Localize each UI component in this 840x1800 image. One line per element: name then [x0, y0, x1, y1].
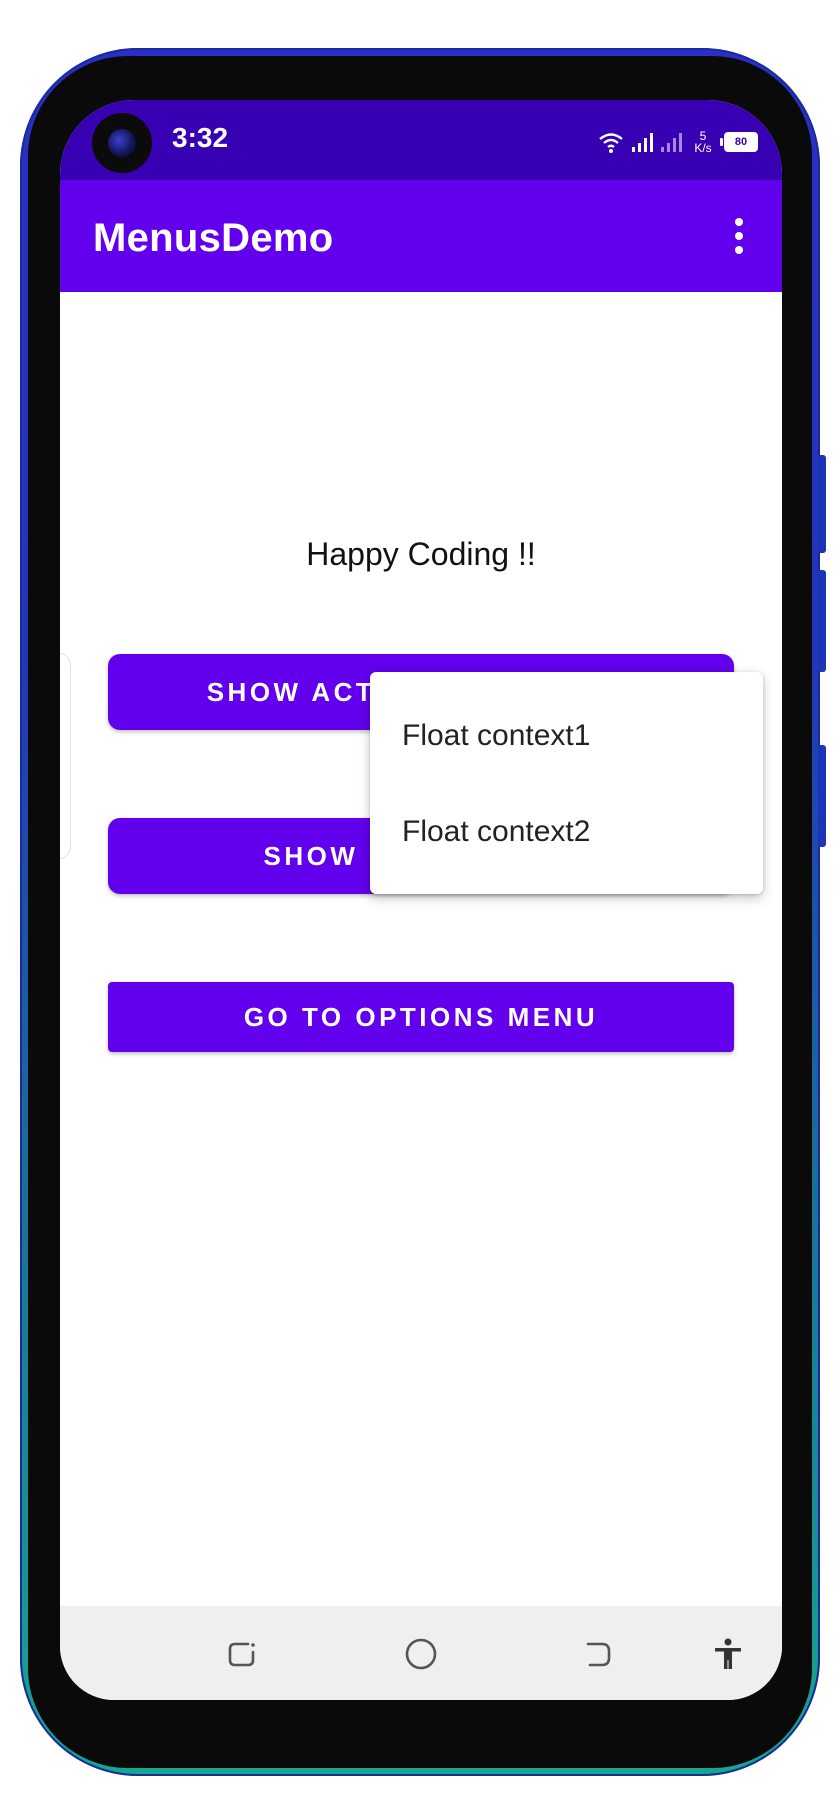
show-actions-button-label: SHOW ACT — [206, 676, 376, 707]
go-to-options-menu-button[interactable]: GO TO OPTIONS MENU — [108, 982, 734, 1052]
context-menu-item-2[interactable]: Float context2 — [370, 784, 763, 880]
power-button — [818, 745, 826, 847]
wifi-icon — [599, 133, 623, 153]
main-content: Happy Coding !! SHOW ACT SHOW POPUP MENU… — [60, 292, 782, 1606]
volume-down-button — [818, 570, 826, 672]
volume-up-button — [818, 455, 826, 553]
signal-icon-sim2 — [661, 132, 682, 152]
context-menu-item-1[interactable]: Float context1 — [370, 688, 763, 784]
signal-icon — [632, 132, 653, 152]
app-title: MenusDemo — [93, 216, 334, 260]
navigation-bar — [60, 1606, 782, 1700]
more-vert-icon[interactable] — [734, 218, 744, 254]
status-bar: 3:32 5 K/s 80 — [60, 100, 782, 180]
accessibility-icon[interactable] — [710, 1636, 746, 1672]
screen: 3:32 5 K/s 80 MenusDemo Happy Coding !! … — [60, 100, 782, 1700]
context-menu-item-label: Float context1 — [402, 719, 591, 752]
go-to-options-menu-button-label: GO TO OPTIONS MENU — [243, 1001, 599, 1032]
back-icon[interactable] — [580, 1636, 616, 1672]
front-camera-icon — [92, 113, 152, 173]
app-bar: MenusDemo — [60, 180, 782, 292]
floating-context-menu: Float context1 Float context2 — [370, 672, 763, 894]
network-speed-unit: K/s — [694, 141, 712, 155]
network-speed: 5 K/s — [690, 130, 716, 154]
recents-icon[interactable] — [224, 1636, 260, 1672]
status-icons: 5 K/s 80 — [598, 124, 758, 160]
status-time: 3:32 — [172, 122, 229, 153]
context-menu-item-label: Float context2 — [402, 815, 591, 848]
battery-icon: 80 — [720, 132, 758, 152]
greeting-text: Happy Coding !! — [306, 536, 536, 572]
home-icon[interactable] — [403, 1636, 439, 1672]
offscreen-menu-edge — [60, 652, 71, 860]
